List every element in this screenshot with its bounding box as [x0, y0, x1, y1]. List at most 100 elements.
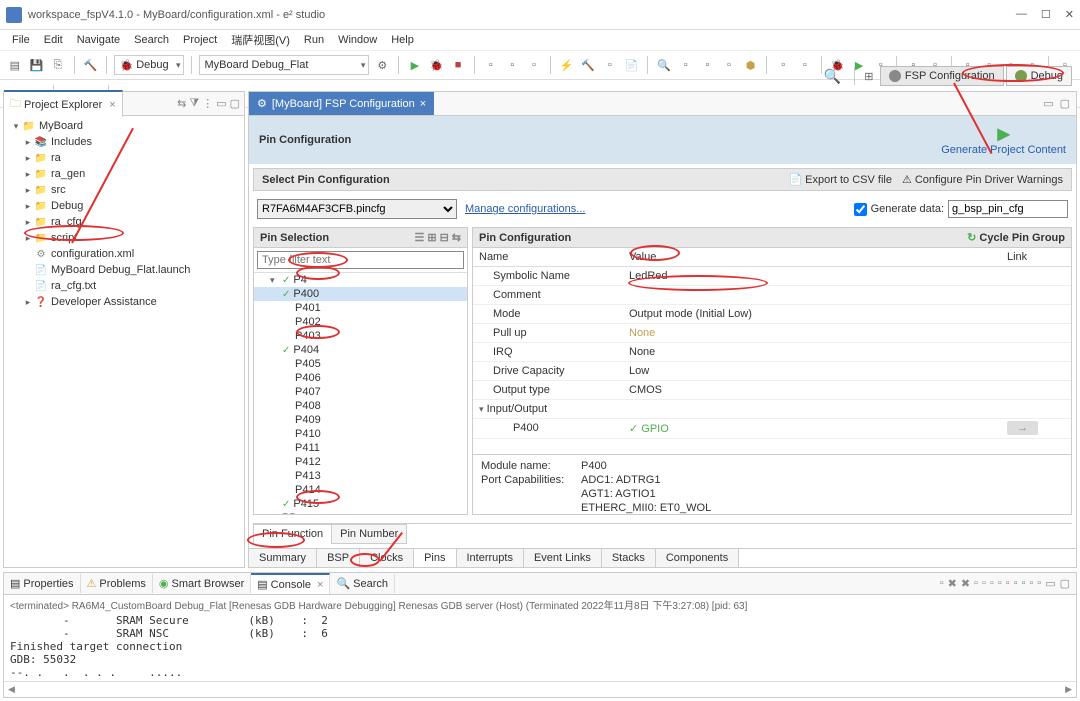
pin-item[interactable]: ✓P400 — [254, 287, 467, 301]
maximize-button[interactable]: ☐ — [1041, 8, 1051, 21]
pin-item[interactable]: P408 — [254, 399, 467, 413]
generate-data-checkbox[interactable] — [854, 203, 867, 216]
run-icon[interactable]: ▶ — [406, 56, 424, 74]
stop-icon[interactable]: ■ — [449, 56, 467, 74]
sync-icon[interactable]: ⇆ — [452, 231, 461, 244]
tb-icon[interactable]: ⚡ — [558, 56, 576, 74]
menu-window[interactable]: Window — [332, 32, 383, 48]
pin-item[interactable]: ✓P404 — [254, 343, 467, 357]
pin-config-row[interactable]: ▾ Input/Output — [473, 400, 1071, 419]
pin-item[interactable]: ✓P415 — [254, 497, 467, 511]
tree-item[interactable]: ▸📁script — [6, 230, 242, 246]
menu-file[interactable]: File — [6, 32, 36, 48]
close-icon[interactable]: × — [420, 98, 426, 110]
generate-content-button[interactable]: ▶ Generate Project Content — [941, 124, 1066, 156]
ct-icon[interactable]: ▫ — [990, 577, 994, 590]
tb-icon[interactable]: ▫ — [601, 56, 619, 74]
menu-renesas[interactable]: 瑞萨视图(V) — [225, 30, 296, 50]
tab-console[interactable]: ▤Console× — [251, 573, 330, 594]
launch-config-combo[interactable]: MyBoard Debug_Flat — [199, 55, 369, 75]
pin-item[interactable]: P405 — [254, 357, 467, 371]
manage-config-link[interactable]: Manage configurations... — [465, 203, 585, 215]
tab-event-links[interactable]: Event Links — [524, 549, 602, 567]
save-all-icon[interactable]: ⎘ — [49, 56, 67, 74]
tab-components[interactable]: Components — [656, 549, 739, 567]
menu-project[interactable]: Project — [177, 32, 223, 48]
min-icon[interactable]: ▭ — [1043, 97, 1053, 110]
ct-icon[interactable]: ▫ — [1006, 577, 1010, 590]
pin-item[interactable]: P414 — [254, 483, 467, 497]
pin-item[interactable]: P410 — [254, 427, 467, 441]
pin-item[interactable]: P402 — [254, 315, 467, 329]
ct-icon[interactable]: ▫ — [982, 577, 986, 590]
tree-item[interactable]: ▸📚Includes — [6, 134, 242, 150]
debug-icon[interactable]: 🐞 — [428, 56, 446, 74]
tab-search[interactable]: 🔍Search — [330, 574, 395, 593]
tab-summary[interactable]: Summary — [249, 549, 317, 567]
tb-icon[interactable]: 🔨 — [579, 56, 597, 74]
tree-root[interactable]: ▾📁MyBoard — [6, 118, 242, 134]
pincfg-select[interactable]: R7FA6M4AF3CFB.pincfg — [257, 199, 457, 219]
tree-item[interactable]: 📄MyBoard Debug_Flat.launch — [6, 262, 242, 278]
menu-search[interactable]: Search — [128, 32, 175, 48]
tab-pins[interactable]: Pins — [414, 549, 456, 567]
tab-interrupts[interactable]: Interrupts — [457, 549, 524, 567]
tb-icon[interactable]: ▫ — [720, 56, 738, 74]
ct-icon[interactable]: ✖ — [948, 577, 957, 590]
tb-icon[interactable]: ▫ — [796, 56, 814, 74]
new-icon[interactable]: ▤ — [6, 56, 24, 74]
subtab-pin-function[interactable]: Pin Function — [253, 524, 331, 544]
close-icon[interactable]: × — [317, 579, 323, 591]
pin-config-row[interactable]: Drive CapacityLow — [473, 362, 1071, 381]
debug-perspective-button[interactable]: Debug — [1006, 66, 1072, 86]
pin-item[interactable]: P411 — [254, 441, 467, 455]
ct-icon[interactable]: ✖ — [961, 577, 970, 590]
pin-group[interactable]: ▸P5 — [254, 511, 467, 514]
tb-icon[interactable]: ⬢ — [742, 56, 760, 74]
minimize-button[interactable]: — — [1016, 8, 1027, 21]
pin-tree[interactable]: ▾✓P4✓P400P401P402P403✓P404P405P406P407P4… — [254, 272, 467, 514]
ct-icon[interactable]: ▫ — [998, 577, 1002, 590]
tb-icon[interactable]: ▫ — [525, 56, 543, 74]
max-icon[interactable]: ▢ — [1060, 97, 1070, 110]
collapse-icon[interactable]: ⊟ — [440, 231, 449, 244]
tb-icon[interactable]: ▫ — [504, 56, 522, 74]
filter-icon[interactable]: ⧩ — [189, 97, 199, 110]
fsp-perspective-button[interactable]: FSP Configuration — [880, 66, 1004, 86]
close-button[interactable]: ✕ — [1065, 8, 1074, 21]
pin-item[interactable]: P409 — [254, 413, 467, 427]
tree-item[interactable]: ▸❓Developer Assistance — [6, 294, 242, 310]
tb-icon[interactable]: ▫ — [774, 56, 792, 74]
fsp-config-tab[interactable]: ⚙ [MyBoard] FSP Configuration × — [249, 92, 434, 115]
gear-icon[interactable]: ⚙ — [373, 56, 391, 74]
tree-item[interactable]: ▸📁Debug — [6, 198, 242, 214]
cycle-pin-button[interactable]: ↻ Cycle Pin Group — [967, 231, 1065, 244]
min-icon[interactable]: ▭ — [216, 97, 226, 110]
pin-warnings-button[interactable]: ⚠Configure Pin Driver Warnings — [902, 173, 1063, 186]
menu-navigate[interactable]: Navigate — [71, 32, 126, 48]
pin-config-row[interactable]: Pull upNone — [473, 324, 1071, 343]
pin-item[interactable]: P412 — [254, 455, 467, 469]
tb-icon[interactable]: ▫ — [482, 56, 500, 74]
search-icon[interactable]: 🔍 — [823, 68, 840, 85]
pin-config-row[interactable]: Comment — [473, 286, 1071, 305]
pin-item[interactable]: P413 — [254, 469, 467, 483]
ct-icon[interactable]: ▫ — [1029, 577, 1033, 590]
tree-item[interactable]: ▸📁ra — [6, 150, 242, 166]
tab-properties[interactable]: ▤Properties — [4, 574, 81, 593]
menu-edit[interactable]: Edit — [38, 32, 69, 48]
pin-item[interactable]: P407 — [254, 385, 467, 399]
pin-config-row[interactable]: IRQNone — [473, 343, 1071, 362]
pin-config-row[interactable]: P400GPIO→ — [473, 419, 1071, 439]
pin-item[interactable]: P406 — [254, 371, 467, 385]
menu-help[interactable]: Help — [385, 32, 420, 48]
tree-icon[interactable]: ☰ — [414, 231, 424, 244]
max-icon[interactable]: ▢ — [1060, 577, 1070, 590]
pin-group[interactable]: ▾✓P4 — [254, 273, 467, 287]
ct-icon[interactable]: ▫ — [940, 577, 944, 590]
tb-icon[interactable]: ▫ — [699, 56, 717, 74]
tb-icon[interactable]: 🔍 — [655, 56, 673, 74]
tab-problems[interactable]: ⚠Problems — [81, 574, 153, 593]
subtab-pin-number[interactable]: Pin Number — [331, 524, 407, 544]
export-csv-button[interactable]: 📄Export to CSV file — [788, 173, 892, 186]
